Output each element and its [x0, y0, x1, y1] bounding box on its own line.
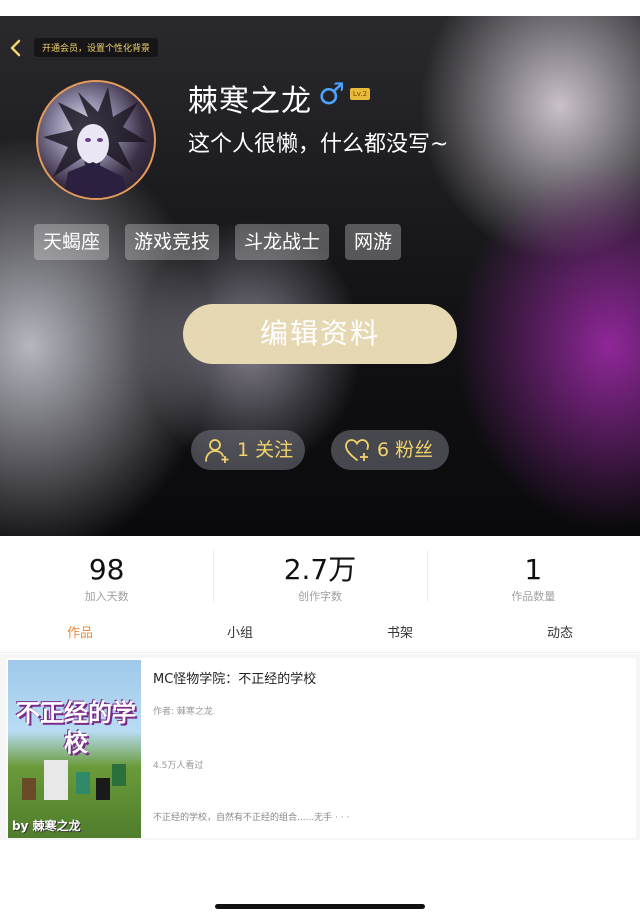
tab-activity[interactable]: 动态: [480, 620, 640, 652]
stat-label: 加入天数: [84, 590, 129, 603]
fans-count: 6 粉丝: [377, 439, 434, 461]
works-list: 不正经的学校 by 棘寒之龙 MC怪物学院：不正经的学校 作者: 棘寒之龙 4.…: [0, 654, 640, 840]
following-button[interactable]: 1 关注: [191, 430, 305, 470]
work-title[interactable]: MC怪物学院：不正经的学校: [153, 668, 316, 687]
stat-words: 2.7万 创作字数: [213, 536, 426, 616]
tag-item[interactable]: 天蝎座: [34, 224, 110, 260]
stat-value: 2.7万: [283, 553, 357, 586]
fans-button[interactable]: 6 粉丝: [331, 430, 449, 470]
tab-bookshelf[interactable]: 书架: [320, 620, 480, 652]
book-cover[interactable]: 不正经的学校 by 棘寒之龙: [8, 660, 141, 838]
cover-block: [96, 778, 110, 800]
avatar-art: [43, 87, 148, 198]
work-description: 不正经的学校，自然有不正经的组合......无手 · · ·: [153, 813, 350, 823]
edit-profile-button[interactable]: 编辑资料: [183, 304, 457, 364]
following-count: 1 关注: [237, 439, 294, 461]
work-views: 4.5万人看过: [153, 761, 204, 771]
back-button[interactable]: [6, 36, 26, 60]
stat-days: 98 加入天数: [0, 536, 213, 616]
tag-list: 天蝎座 游戏竞技 斗龙战士 网游: [34, 224, 402, 260]
cover-block: [22, 778, 36, 800]
stat-value: 1: [524, 553, 543, 586]
tab-groups[interactable]: 小组: [160, 620, 320, 652]
cover-block: [112, 764, 126, 786]
stats-bar: 98 加入天数 2.7万 创作字数 1 作品数量: [0, 536, 640, 616]
add-user-icon: [205, 439, 229, 463]
tag-item[interactable]: 网游: [345, 224, 402, 260]
work-author: 作者: 棘寒之龙: [153, 707, 213, 717]
cover-block: [44, 760, 68, 800]
signature: 这个人很懒，什么都没写~: [188, 132, 449, 157]
cover-block: [76, 772, 90, 794]
heart-plus-icon: [345, 439, 369, 461]
profile-tabs: 作品 小组 书架 动态: [0, 620, 640, 653]
home-indicator[interactable]: [215, 904, 425, 909]
chevron-left-icon: [10, 39, 21, 57]
vip-background-tip[interactable]: 开通会员，设置个性化背景: [34, 38, 159, 57]
profile-header: 开通会员，设置个性化背景 棘寒之龙 ♂ Lv.2 这个人很懒，什么都没写~ 天蝎…: [0, 16, 640, 536]
cover-title: 不正经的学校: [16, 699, 136, 757]
tag-item[interactable]: 斗龙战士: [235, 224, 330, 260]
nickname: 棘寒之龙: [188, 84, 312, 119]
stat-value: 98: [88, 553, 125, 586]
stat-label: 创作字数: [297, 590, 342, 603]
male-icon: ♂: [318, 77, 345, 112]
tab-works[interactable]: 作品: [0, 620, 160, 652]
stat-label: 作品数量: [511, 590, 556, 603]
list-item[interactable]: 不正经的学校 by 棘寒之龙 MC怪物学院：不正经的学校 作者: 棘寒之龙 4.…: [6, 658, 636, 838]
avatar[interactable]: [36, 80, 156, 200]
cover-author: by 棘寒之龙: [12, 819, 81, 833]
level-badge: Lv.2: [350, 88, 370, 100]
tag-item[interactable]: 游戏竞技: [125, 224, 220, 260]
stat-works: 1 作品数量: [426, 536, 640, 616]
